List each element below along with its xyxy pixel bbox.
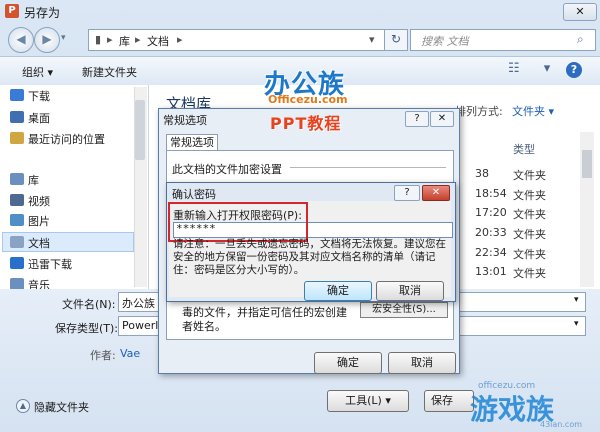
breadcrumb-library[interactable]: 库 [119,33,130,49]
organize-button[interactable]: 组织 ▾ [22,64,53,80]
nav-scrollbar-thumb[interactable] [135,100,145,160]
search-input[interactable]: 搜索 文档 [421,33,469,49]
nav-item-icon [10,257,24,269]
encryption-heading: 此文档的文件加密设置 [172,163,282,176]
address-bar[interactable]: ▮ ▸ 库 ▸ 文档 ▸ ▾ [88,29,386,51]
watermark-bottom-site: 43ian.com [540,420,583,429]
watermark-site: Officezu.com [268,93,348,106]
tab-general-options[interactable]: 常规选项 [166,134,218,151]
author-value[interactable]: Vae [120,347,140,360]
file-list-scrollbar-thumb[interactable] [582,150,592,178]
app-icon: P [5,4,19,18]
confirm-help-button[interactable]: ? [394,185,420,201]
sort-dropdown[interactable]: 文件夹 ▾ [512,103,554,119]
macro-security-button[interactable]: 宏安全性(S)... [360,302,448,318]
row-type[interactable]: 文件夹 [513,187,546,203]
sidebar-item[interactable]: 桌面 [28,110,50,126]
row-type[interactable]: 文件夹 [513,246,546,262]
password-warning-note: 请注意：一旦丢失或遗忘密码，文档将无法恢复。建议您在安全的地方保留一份密码及其对… [173,238,446,276]
filetype-label: 保存类型(T): [55,322,119,335]
new-folder-button[interactable]: 新建文件夹 [82,64,137,80]
filetype-dropdown-icon[interactable]: ▾ [574,319,579,329]
macro-security-text: 毒的文件，并指定可信任的宏创建者姓名。 [182,306,347,333]
sort-label: 排列方式: [455,105,503,118]
search-icon[interactable]: ⌕ [577,32,584,47]
sidebar-item[interactable]: 迅雷下载 [28,256,72,272]
help-icon[interactable]: ? [566,62,582,78]
options-ok-button[interactable]: 确定 [314,352,382,374]
row-modified-time[interactable]: 38 [475,167,489,180]
folder-icon: ▮ [95,33,102,46]
close-window-button[interactable]: ✕ [563,3,597,21]
filename-label: 文件名(N): [62,298,116,311]
confirm-ok-button[interactable]: 确定 [304,281,372,301]
confirm-close-button[interactable]: ✕ [422,185,450,201]
heading-divider [290,167,446,168]
row-type[interactable]: 文件夹 [513,167,546,183]
nav-item-icon [10,89,24,101]
row-type[interactable]: 文件夹 [513,265,546,281]
dialog-close-button[interactable]: ✕ [430,111,454,127]
tools-button[interactable]: 工具(L) ▾ [327,390,409,412]
sidebar-item[interactable]: 图片 [28,213,50,229]
filetype-value[interactable]: Powerl [122,319,158,332]
general-options-title: 常规选项 [163,114,207,127]
save-as-window: P 另存为 ✕ ◀ ▶ ▾ ▮ ▸ 库 ▸ 文档 ▸ ▾ ↻ 搜索 文档 ⌕ 组… [0,0,600,432]
confirm-password-title: 确认密码 [172,188,216,201]
history-dropdown-icon[interactable]: ▾ [61,33,66,43]
sidebar-item[interactable]: 最近访问的位置 [28,131,105,147]
sidebar-item[interactable]: 文档 [28,235,50,251]
row-modified-time[interactable]: 20:33 [475,226,507,239]
nav-item-icon [10,173,24,185]
title-bar [0,0,600,22]
options-cancel-button[interactable]: 取消 [388,352,456,374]
nav-item-icon [10,194,24,206]
row-modified-time[interactable]: 18:54 [475,187,507,200]
save-button[interactable]: 保存 [424,390,474,412]
dialog-help-button[interactable]: ? [405,111,429,127]
search-box[interactable]: 搜索 文档 ⌕ [410,29,596,51]
filename-value[interactable]: 办公族 [122,295,155,311]
confirm-cancel-button[interactable]: 取消 [376,281,444,301]
row-modified-time[interactable]: 13:01 [475,265,507,278]
window-title: 另存为 [24,6,61,20]
nav-item-icon [10,111,24,123]
view-options-icon[interactable]: ☷ ▾ [508,61,560,76]
filename-dropdown-icon[interactable]: ▾ [574,295,579,305]
row-modified-time[interactable]: 22:34 [475,246,507,259]
row-type[interactable]: 文件夹 [513,206,546,222]
refresh-button[interactable]: ↻ [384,29,408,51]
breadcrumb-documents[interactable]: 文档 [147,33,169,49]
nav-item-icon [10,236,24,248]
address-dropdown-icon[interactable]: ▾ [369,33,375,46]
sidebar-item[interactable]: 库 [28,172,39,188]
row-type[interactable]: 文件夹 [513,226,546,242]
collapse-arrow-icon[interactable]: ▲ [16,399,30,413]
column-header-type[interactable]: 类型 [513,141,535,157]
sidebar-item[interactable]: 视频 [28,193,50,209]
author-label: 作者: [90,349,116,362]
highlight-box [168,202,308,242]
forward-button[interactable]: ▶ [34,27,60,53]
watermark-ppt-tutorial: PPT教程 [270,114,342,133]
row-modified-time[interactable]: 17:20 [475,206,507,219]
hide-folders-button[interactable]: 隐藏文件夹 [34,399,89,415]
sidebar-item[interactable]: 下载 [28,88,50,104]
nav-item-icon [10,214,24,226]
back-button[interactable]: ◀ [8,27,34,53]
nav-item-icon [10,132,24,144]
